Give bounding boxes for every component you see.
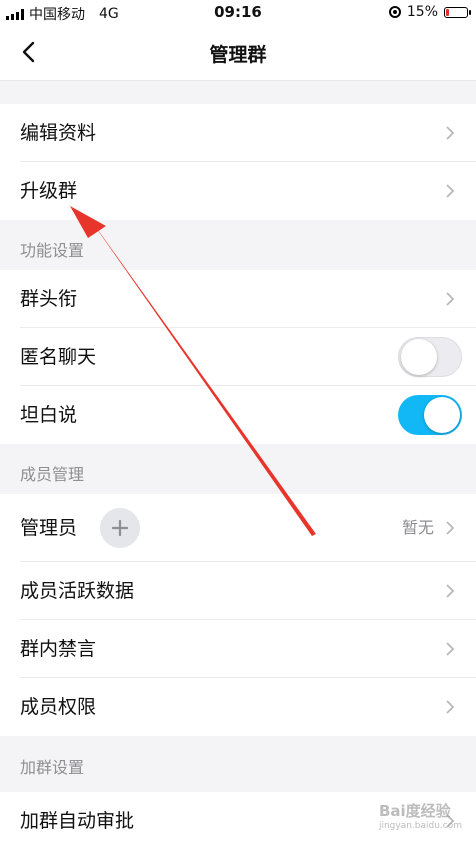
watermark-url: jingyan.baidu.com: [378, 821, 462, 831]
row-label: 管理员: [20, 517, 78, 539]
chevron-right-icon: [446, 700, 454, 714]
admin-value: 暂无: [401, 518, 434, 537]
honest-say-toggle[interactable]: [398, 395, 462, 435]
anonymous-chat-row: 匿名聊天: [0, 328, 476, 386]
edit-profile-row[interactable]: 编辑资料: [0, 104, 476, 162]
row-label: 群内禁言: [20, 638, 97, 660]
group-mute-row[interactable]: 群内禁言: [0, 620, 476, 678]
plus-icon: [112, 520, 128, 536]
toggle-knob: [424, 397, 460, 433]
add-admin-button[interactable]: [100, 508, 140, 548]
anonymous-chat-toggle[interactable]: [398, 337, 462, 377]
battery-percent: 15%: [406, 4, 438, 20]
battery-icon: [444, 6, 471, 18]
row-label: 匿名聊天: [20, 346, 97, 368]
upgrade-group-row[interactable]: 升级群: [0, 162, 476, 220]
chevron-right-icon: [446, 642, 454, 656]
honest-say-row: 坦白说: [0, 386, 476, 444]
section-header-features: 功能设置: [20, 241, 85, 260]
toggle-knob: [401, 339, 437, 375]
nav-bar: 管理群: [0, 26, 476, 81]
row-label: 加群自动审批: [20, 810, 135, 832]
admin-row[interactable]: 管理员 暂无: [0, 494, 476, 562]
chevron-right-icon: [446, 126, 454, 140]
member-permissions-row[interactable]: 成员权限: [0, 678, 476, 736]
row-label: 坦白说: [20, 404, 78, 426]
row-label: 编辑资料: [20, 122, 97, 144]
section-header-join: 加群设置: [20, 758, 85, 777]
watermark-brand: Bai度经验: [378, 802, 451, 820]
status-right: 15%: [388, 4, 471, 20]
group-title-row[interactable]: 群头衔: [0, 270, 476, 328]
row-label: 群头衔: [20, 288, 78, 310]
section-header-members: 成员管理: [20, 465, 85, 484]
member-activity-row[interactable]: 成员活跃数据: [0, 562, 476, 620]
status-bar: 中国移动 4G 09:16 15%: [0, 0, 476, 26]
row-label: 成员权限: [20, 696, 97, 718]
chevron-right-icon: [446, 292, 454, 306]
page-title: 管理群: [209, 44, 267, 66]
row-label: 成员活跃数据: [20, 580, 135, 602]
baidu-watermark: Bai度经验 jingyan.baidu.com: [379, 800, 462, 831]
row-label: 升级群: [20, 180, 78, 202]
rotation-lock-icon: [388, 6, 401, 18]
chevron-right-icon: [446, 521, 454, 535]
chevron-right-icon: [446, 184, 454, 198]
settings-list: 编辑资料 升级群 功能设置 群头衔 匿名聊天 坦白说 成员管理 管理员 暂无 成…: [0, 104, 476, 850]
chevron-right-icon: [446, 584, 454, 598]
